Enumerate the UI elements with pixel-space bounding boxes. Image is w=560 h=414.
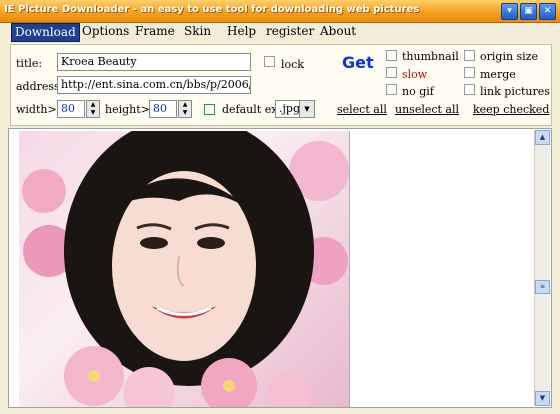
- unselect-all-link[interactable]: unselect all: [395, 103, 459, 116]
- scroll-down-icon[interactable]: ▼: [535, 391, 550, 406]
- title-label: title:: [16, 57, 43, 70]
- scroll-thumb[interactable]: ≡: [535, 280, 550, 294]
- menu-about[interactable]: About: [320, 23, 356, 40]
- scroll-up-icon[interactable]: ▲: [535, 130, 550, 145]
- minimize-icon[interactable]: ▾: [501, 3, 518, 20]
- thumbnail-checkbox[interactable]: [386, 50, 397, 61]
- default-ext-value: .jpg: [279, 102, 300, 115]
- width-input[interactable]: 80: [57, 100, 85, 118]
- spin-up-icon[interactable]: ▲: [87, 101, 99, 109]
- slow-checkbox[interactable]: [386, 67, 397, 78]
- address-input[interactable]: http://ent.sina.com.cn/bbs/p/2006/0918/1…: [57, 76, 251, 94]
- divider: [349, 131, 350, 407]
- origin-size-label: origin size: [480, 50, 539, 63]
- lock-label: lock: [281, 58, 304, 71]
- height-input[interactable]: 80: [149, 100, 177, 118]
- spin-down-icon[interactable]: ▼: [179, 109, 191, 117]
- slow-label: slow: [402, 68, 428, 81]
- menu-frame[interactable]: Frame: [135, 23, 175, 40]
- menu-download[interactable]: Download: [11, 23, 80, 42]
- portrait-image: [22, 131, 349, 407]
- menu-help[interactable]: Help: [227, 23, 256, 40]
- menu-skin[interactable]: Skin: [184, 23, 211, 40]
- window-title: IE Picture Downloader - an easy to use t…: [4, 4, 420, 15]
- default-ext-checkbox[interactable]: [204, 104, 215, 115]
- menu-options[interactable]: Options: [82, 23, 129, 40]
- no-gif-checkbox[interactable]: [386, 84, 397, 95]
- lock-checkbox[interactable]: [264, 56, 275, 67]
- download-panel: title: Kroea Beauty lock address: http:/…: [10, 44, 552, 126]
- picture-area: ▲ ≡ ▼: [8, 128, 552, 408]
- spin-down-icon[interactable]: ▼: [87, 109, 99, 117]
- get-button[interactable]: Get: [342, 53, 374, 72]
- maximize-icon[interactable]: ▣: [520, 3, 537, 20]
- menu-bar: Download Options Frame Skin Help registe…: [0, 22, 560, 42]
- close-icon[interactable]: ✕: [539, 3, 556, 20]
- chevron-down-icon[interactable]: ▼: [299, 101, 314, 117]
- thumbnail-label: thumbnail: [402, 50, 459, 63]
- default-ext-select[interactable]: .jpg ▼: [275, 100, 315, 118]
- link-pictures-checkbox[interactable]: [464, 84, 475, 95]
- height-spinner[interactable]: ▲ ▼: [178, 100, 192, 118]
- keep-checked-link[interactable]: keep checked: [473, 103, 549, 116]
- spin-up-icon[interactable]: ▲: [179, 101, 191, 109]
- title-input[interactable]: Kroea Beauty: [57, 53, 251, 71]
- select-all-link[interactable]: select all: [337, 103, 387, 116]
- menu-register[interactable]: register: [266, 23, 314, 40]
- origin-size-checkbox[interactable]: [464, 50, 475, 61]
- vertical-scrollbar[interactable]: ▲ ≡ ▼: [534, 130, 550, 406]
- link-pictures-label: link pictures: [480, 85, 550, 98]
- title-bar: IE Picture Downloader - an easy to use t…: [0, 0, 560, 23]
- width-spinner[interactable]: ▲ ▼: [86, 100, 100, 118]
- merge-label: merge: [480, 68, 516, 81]
- no-gif-label: no gif: [402, 85, 434, 98]
- merge-checkbox[interactable]: [464, 67, 475, 78]
- downloaded-picture[interactable]: [19, 131, 349, 407]
